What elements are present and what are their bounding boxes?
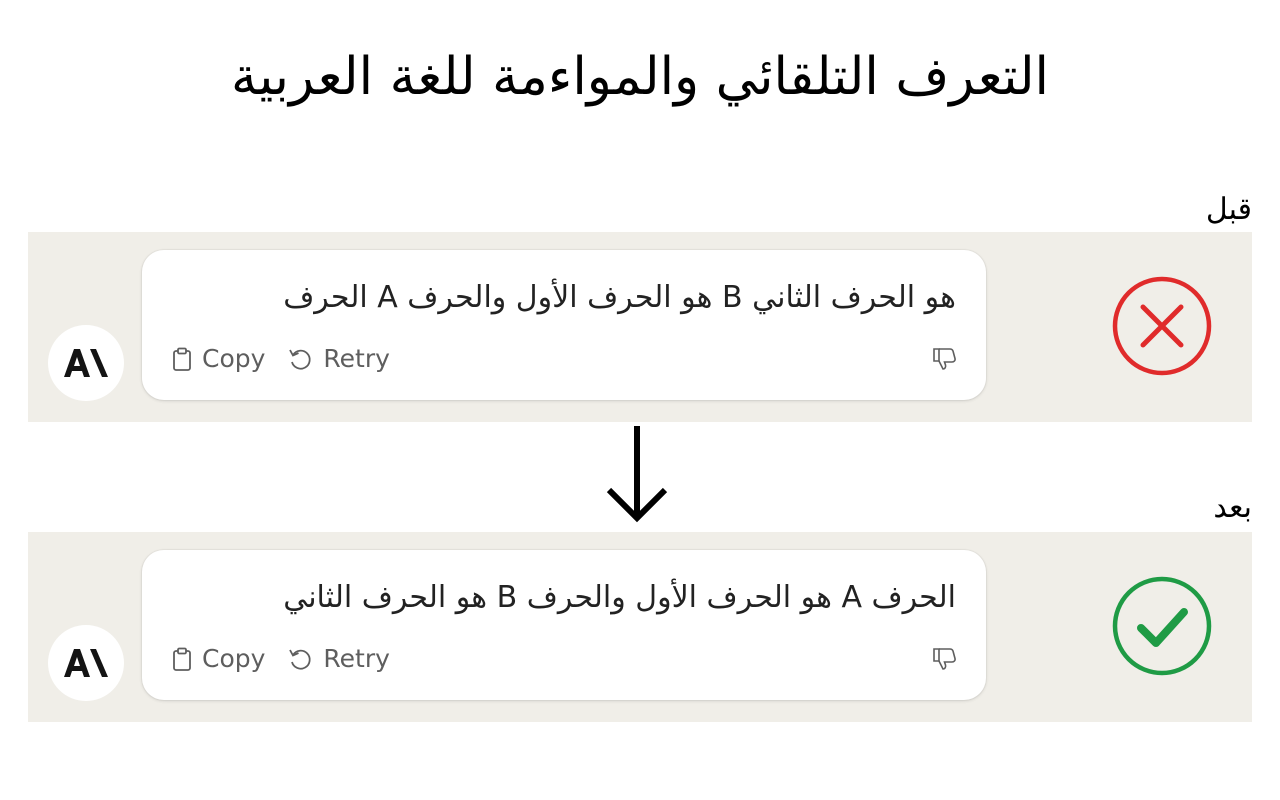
retry-icon — [289, 349, 311, 370]
x-circle-icon — [1112, 276, 1212, 376]
after-chat-panel: الحرف A هو الحرف الأول والحرف B هو الحرف… — [28, 532, 1252, 722]
clipboard-icon — [173, 347, 191, 371]
retry-label: Retry — [323, 644, 390, 673]
after-label: بعد — [1213, 490, 1252, 525]
message-text: الحرف A هو الحرف الأول والحرف B هو الحرف… — [283, 580, 956, 615]
message-card: الحرف A هو الحرف الأول والحرف B هو الحرف… — [142, 550, 986, 700]
clipboard-icon — [173, 647, 191, 671]
assistant-avatar — [48, 325, 124, 401]
copy-button[interactable]: Copy — [172, 644, 265, 673]
before-chat-panel: هو الحرف الثاني B هو الحرف الأول والحرف … — [28, 232, 1252, 422]
retry-button[interactable]: Retry — [287, 344, 390, 373]
copy-label: Copy — [202, 344, 266, 373]
message-card: هو الحرف الثاني B هو الحرف الأول والحرف … — [142, 250, 986, 400]
message-actions: Copy Retry — [172, 644, 412, 673]
retry-icon — [289, 649, 311, 670]
retry-button[interactable]: Retry — [287, 644, 390, 673]
thumbs-down-button[interactable] — [932, 346, 958, 376]
assistant-avatar — [48, 625, 124, 701]
page-title: التعرف التلقائي والمواءمة للغة العربية — [230, 47, 1050, 107]
copy-button[interactable]: Copy — [172, 344, 265, 373]
thumbs-down-icon — [933, 648, 956, 670]
thumbs-down-button[interactable] — [932, 646, 958, 676]
anthropic-logo-icon — [64, 349, 108, 377]
thumbs-down-icon — [933, 348, 956, 370]
retry-label: Retry — [323, 344, 390, 373]
arrow-down-icon — [606, 426, 668, 523]
anthropic-logo-icon — [64, 649, 108, 677]
check-circle-icon — [1112, 576, 1212, 676]
message-actions: Copy Retry — [172, 344, 412, 373]
copy-label: Copy — [202, 644, 266, 673]
message-text: هو الحرف الثاني B هو الحرف الأول والحرف … — [283, 280, 956, 315]
before-label: قبل — [1205, 192, 1252, 227]
slide: التعرف التلقائي والمواءمة للغة العربية ق… — [0, 0, 1280, 800]
